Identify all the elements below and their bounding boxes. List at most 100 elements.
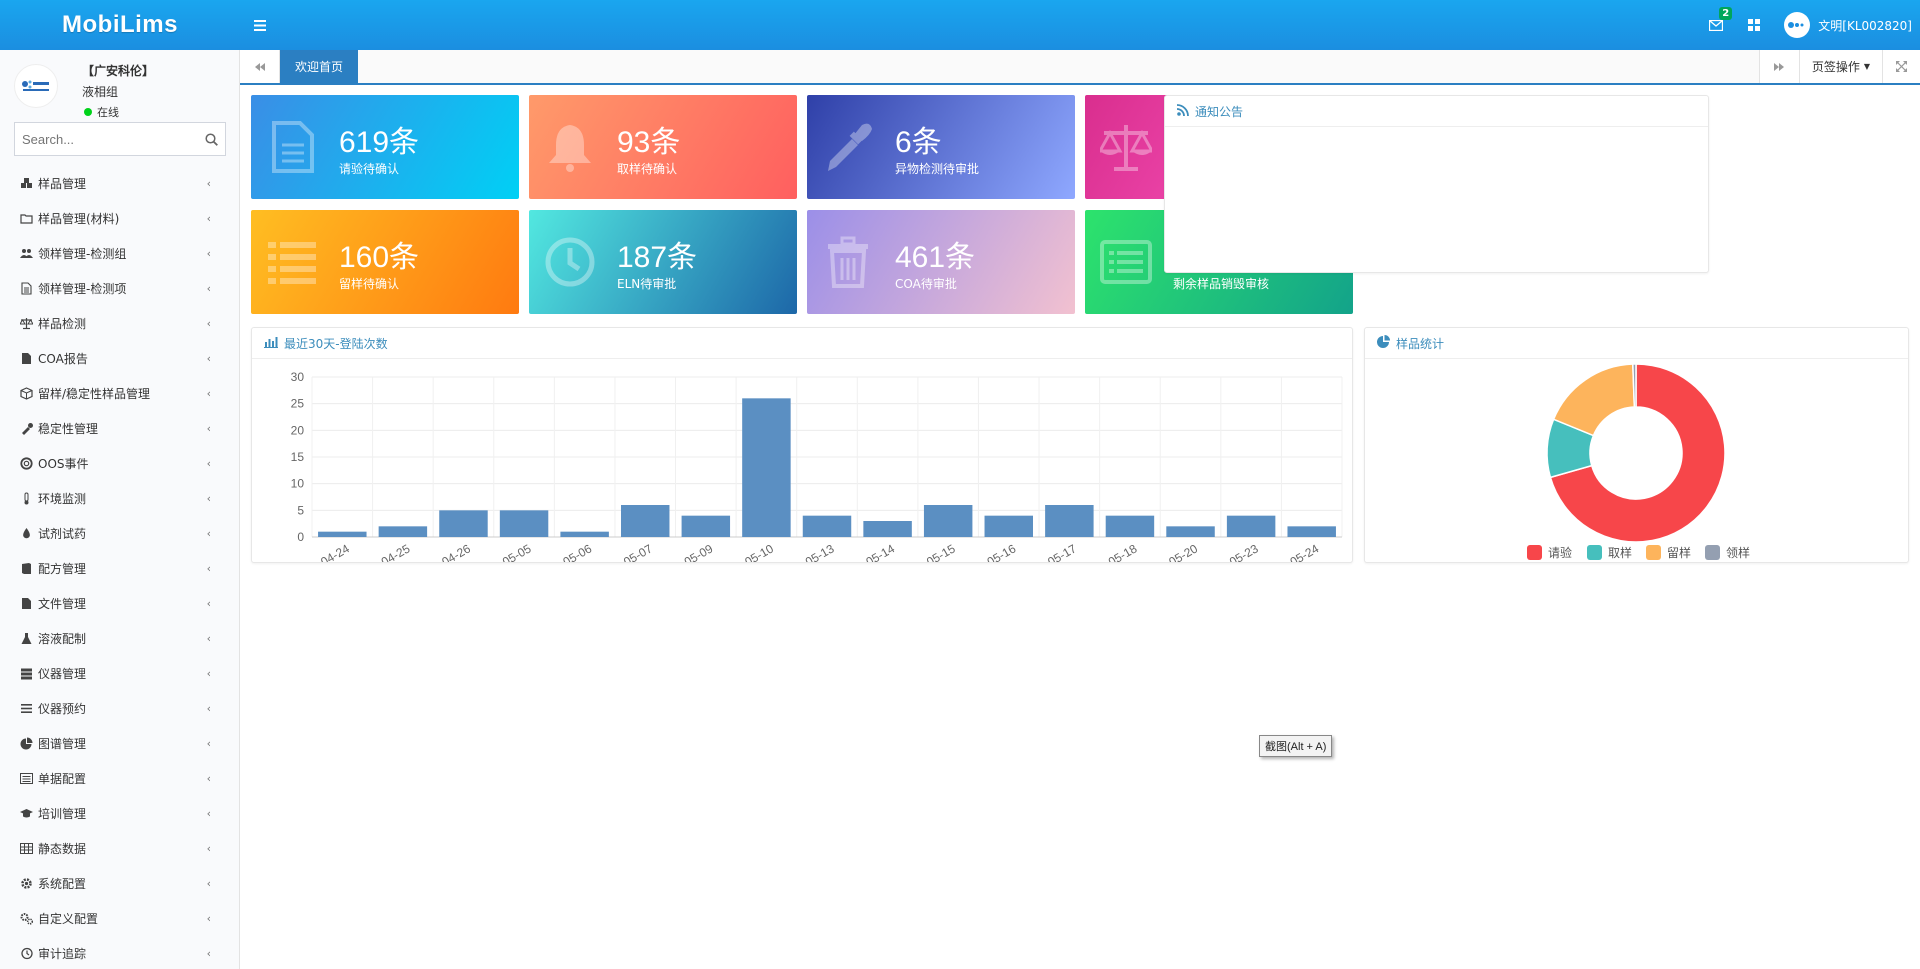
sidebar-item-9[interactable]: 环境监测 ‹ — [0, 481, 239, 516]
drop-icon — [19, 527, 33, 541]
pie-chart-title: 样品统计 — [1396, 336, 1445, 351]
sidebar-item-label: 审计追踪 — [38, 947, 87, 961]
stat-card-2[interactable]: 6条 异物检测待审批 — [807, 95, 1075, 199]
sidebar-item-11[interactable]: 配方管理 ‹ — [0, 551, 239, 586]
tabs-bar: 欢迎首页 页签操作 ▼ — [240, 50, 1920, 85]
mail-badge: 2 — [1719, 7, 1733, 20]
sidebar-item-1[interactable]: 样品管理(材料) ‹ — [0, 201, 239, 236]
bar-chart-icon — [264, 336, 278, 351]
menu-toggle-icon[interactable] — [254, 16, 266, 35]
stat-count: 461条 — [895, 241, 976, 274]
sidebar-item-15[interactable]: 仪器预约 ‹ — [0, 691, 239, 726]
sidebar-item-10[interactable]: 试剂试药 ‹ — [0, 516, 239, 551]
stat-count: 160条 — [339, 241, 420, 274]
x-tick-label: 2019-05-05 — [473, 541, 533, 562]
bar-chart: 0 5 10 15 20 25 30 2019-04-242019-04-252019-04-… — [291, 370, 1343, 584]
tab-scroll-right-icon[interactable] — [1758, 50, 1799, 83]
x-tick-label: 2019-05-20 — [1140, 541, 1200, 562]
stat-card-1[interactable]: 93条 取样待确认 — [529, 95, 797, 199]
sidebar-item-16[interactable]: 图谱管理 ‹ — [0, 726, 239, 761]
users-icon — [19, 247, 33, 261]
sidebar-item-18[interactable]: 培训管理 ‹ — [0, 796, 239, 831]
x-tick-label: 2019-05-23 — [1200, 541, 1260, 562]
search-input[interactable] — [15, 131, 198, 147]
stat-card-0[interactable]: 619条 请验待确认 — [251, 95, 519, 199]
chevron-left-icon: ‹ — [206, 632, 211, 645]
chevron-left-icon: ‹ — [206, 702, 211, 715]
chevron-left-icon: ‹ — [206, 842, 211, 855]
clock-icon — [545, 237, 595, 287]
y-tick-label: 20 — [291, 423, 305, 437]
search-icon[interactable] — [198, 132, 225, 146]
legend-swatch — [1527, 545, 1542, 560]
stat-card-4[interactable]: 160条留样待确认 — [251, 210, 519, 314]
chevron-left-icon: ‹ — [206, 877, 211, 890]
history-icon — [19, 947, 33, 961]
cog-icon — [19, 877, 33, 891]
bar — [378, 526, 428, 537]
sidebar-item-2[interactable]: 领样管理-检测组 ‹ — [0, 236, 239, 271]
cubes-icon — [19, 177, 33, 191]
bar — [984, 515, 1033, 537]
sidebar-item-13[interactable]: 溶液配制 ‹ — [0, 621, 239, 656]
file-text-icon — [19, 282, 33, 296]
sidebar-menu: 样品管理 ‹ 样品管理(材料) ‹ 领样管理-检测组 ‹ 领样管理-检测项 ‹ 样品检测 ‹ COA… — [0, 166, 239, 969]
notice-panel: 通知公告 — [1164, 95, 1709, 273]
tab-scroll-left-icon[interactable] — [240, 50, 280, 83]
sidebar-item-label: 领样管理-检测组 — [38, 247, 127, 261]
chevron-left-icon: ‹ — [206, 492, 211, 505]
top-header: MobiLims 2 文明[KL002820] — [0, 0, 1920, 50]
sidebar-item-19[interactable]: 静态数据 ‹ — [0, 831, 239, 866]
sidebar-item-label: 样品管理 — [38, 177, 87, 191]
stat-label: 留样待确认 — [339, 277, 400, 291]
stat-count: 619条 — [339, 126, 420, 159]
chevron-left-icon: ‹ — [206, 177, 211, 190]
sidebar-item-21[interactable]: 自定义配置 ‹ — [0, 901, 239, 936]
screenshot-tooltip: 截图(Alt + A) — [1259, 735, 1333, 757]
sidebar-item-7[interactable]: 稳定性管理 ‹ — [0, 411, 239, 446]
sidebar-item-5[interactable]: COA报告 ‹ — [0, 341, 239, 376]
grid-icon[interactable] — [1746, 17, 1762, 33]
stat-card-5[interactable]: 187条 ELN待审批 — [529, 210, 797, 314]
chevron-left-icon: ‹ — [206, 912, 211, 925]
legend-swatch — [1646, 545, 1661, 560]
sidebar-item-0[interactable]: 样品管理 ‹ — [0, 166, 239, 201]
sidebar-search — [14, 122, 226, 156]
sidebar-item-14[interactable]: 仪器管理 ‹ — [0, 656, 239, 691]
sidebar-item-17[interactable]: 单据配置 ‹ — [0, 761, 239, 796]
chevron-left-icon: ‹ — [206, 562, 211, 575]
sidebar-item-label: OOS事件 — [38, 457, 89, 471]
x-tick-label: 2019-05-24 — [1261, 541, 1321, 562]
sidebar-item-20[interactable]: 系统配置 ‹ — [0, 866, 239, 901]
user-name: 文明[KL002820] — [1818, 18, 1912, 33]
user-panel: 【广安科伦】 液相组 在线 — [0, 50, 239, 120]
sidebar-item-3[interactable]: 领样管理-检测项 ‹ — [0, 271, 239, 306]
sidebar-item-6[interactable]: 留样/稳定性样品管理 ‹ — [0, 376, 239, 411]
x-tick-label: 2019-05-16 — [958, 541, 1018, 562]
sidebar-item-8[interactable]: OOS事件 ‹ — [0, 446, 239, 481]
pie-chart-icon — [1377, 335, 1390, 351]
user-menu[interactable]: 文明[KL002820] — [1784, 12, 1912, 38]
bars-icon — [19, 702, 33, 716]
server-icon — [19, 667, 33, 681]
x-tick-label: 2019-05-14 — [837, 541, 897, 562]
sidebar-item-label: 稳定性管理 — [38, 422, 99, 436]
sidebar-item-4[interactable]: 样品检测 ‹ — [0, 306, 239, 341]
page-ops-dropdown[interactable]: 页签操作 ▼ — [1798, 50, 1882, 83]
mail-icon[interactable]: 2 — [1708, 7, 1733, 33]
balance-icon — [1100, 125, 1152, 171]
y-tick-label: 25 — [291, 397, 305, 411]
app-logo[interactable]: MobiLims — [0, 11, 240, 39]
sidebar-item-label: 系统配置 — [38, 877, 87, 891]
sidebar-item-22[interactable]: 审计追踪 ‹ — [0, 936, 239, 969]
life-ring-icon — [19, 457, 33, 471]
chevron-left-icon: ‹ — [206, 317, 211, 330]
avatar — [1784, 12, 1811, 38]
sidebar-item-label: 仪器预约 — [38, 702, 87, 716]
sidebar-item-12[interactable]: 文件管理 ‹ — [0, 586, 239, 621]
stat-card-6[interactable]: 461条 COA待审批 — [807, 210, 1075, 314]
x-tick-label: 2019-05-15 — [898, 541, 958, 562]
tab-home[interactable]: 欢迎首页 — [280, 50, 359, 83]
fullscreen-icon[interactable] — [1882, 50, 1920, 83]
chevron-left-icon: ‹ — [206, 387, 211, 400]
